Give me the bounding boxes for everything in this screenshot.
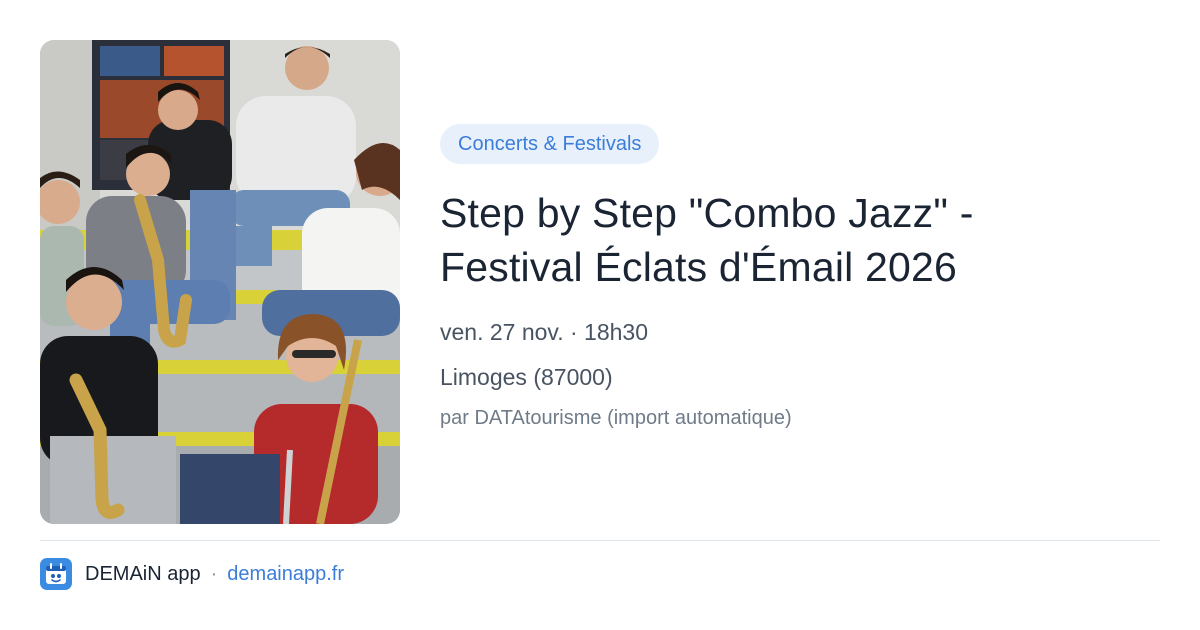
event-preview-card[interactable]: Concerts & Festivals Step by Step "Combo… bbox=[0, 0, 1200, 630]
footer: DEMAiN app · demainapp.fr bbox=[40, 558, 344, 590]
category-badge[interactable]: Concerts & Festivals bbox=[440, 124, 660, 164]
demain-app-icon bbox=[40, 558, 72, 590]
event-datetime: ven. 27 nov. · 18h30 bbox=[440, 319, 648, 345]
app-name: DEMAiN app bbox=[85, 562, 201, 585]
event-location: Limoges (87000) bbox=[440, 364, 613, 390]
event-photo bbox=[40, 40, 400, 524]
event-source: par DATAtourisme (import automatique) bbox=[440, 407, 792, 429]
app-domain-link[interactable]: demainapp.fr bbox=[227, 563, 344, 586]
event-title-line-2: Festival Éclats d'Émail 2026 bbox=[440, 244, 958, 290]
event-title-line-1: Step by Step "Combo Jazz" - bbox=[440, 190, 974, 236]
event-details: Concerts & Festivals Step by Step "Combo… bbox=[440, 124, 1160, 431]
footer-separator: · bbox=[210, 562, 218, 585]
footer-divider bbox=[40, 540, 1160, 541]
event-title[interactable]: Step by Step "Combo Jazz" - Festival Écl… bbox=[440, 186, 1160, 294]
